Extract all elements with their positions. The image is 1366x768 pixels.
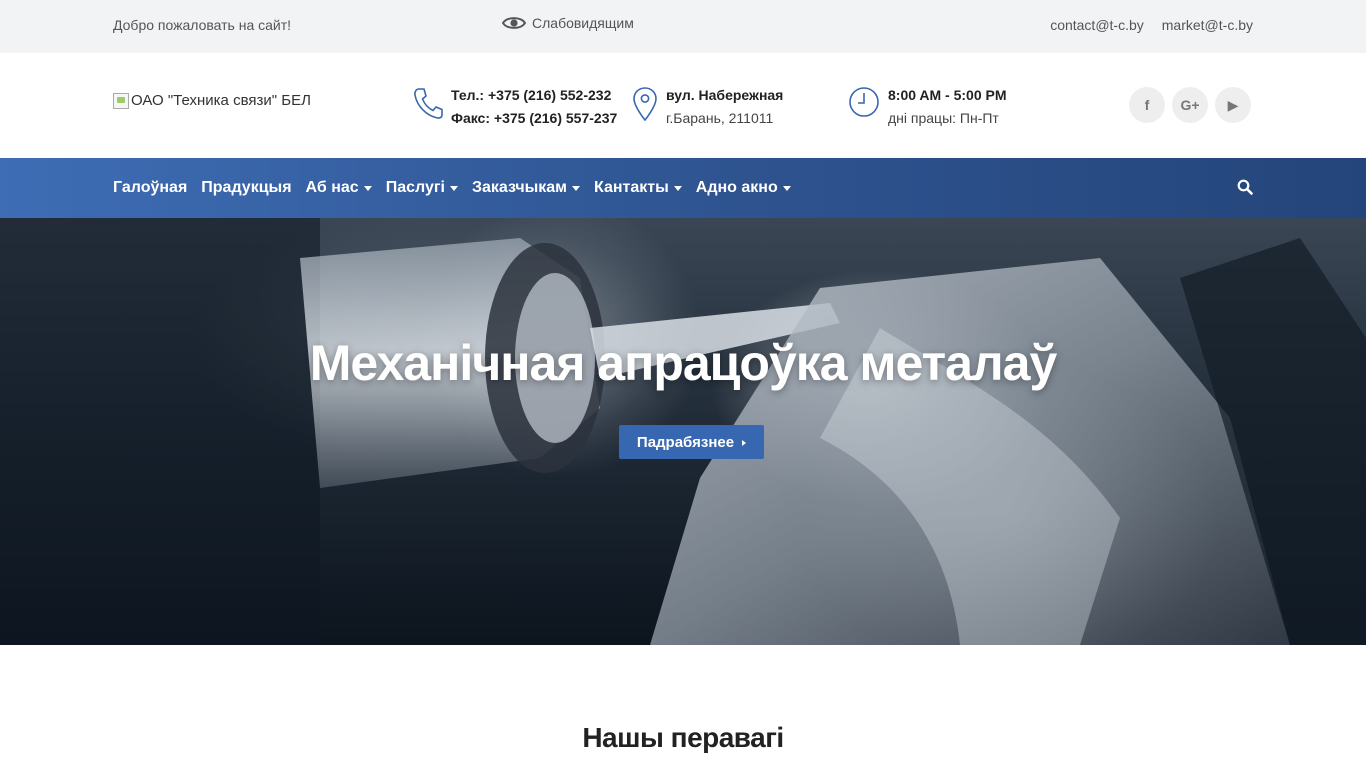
nav-item-one-window[interactable]: Адно акно (696, 179, 791, 197)
top-bar: Добро пожаловать на сайт! Слабовидящим c… (0, 0, 1366, 53)
main-nav: Галоўная Прадукцыя Аб нас Паслугі Заказч… (0, 158, 1366, 218)
nav-item-label: Адно акно (695, 179, 778, 196)
nav-item-contacts[interactable]: Кантакты (594, 179, 682, 197)
facebook-icon[interactable]: f (1129, 87, 1165, 123)
nav-item-label: Заказчыкам (471, 179, 568, 196)
site-logo[interactable]: ОАО "Техника связи" БЕЛ (113, 92, 311, 109)
social-links: f G+ ▶ (1122, 87, 1251, 123)
email-contact-link[interactable]: contact@t-c.by (1050, 17, 1144, 33)
nav-item-label: Аб нас (305, 179, 359, 196)
nav-item-about[interactable]: Аб нас (306, 179, 372, 197)
hero-banner: Механічная апрацоўка металаў Падрабязнее (0, 218, 1366, 645)
address-city: г.Барань, 211011 (666, 110, 774, 126)
map-pin-icon (633, 87, 657, 122)
caret-down-icon (449, 185, 458, 191)
nav-item-home[interactable]: Галоўная (113, 179, 187, 197)
email-market-link[interactable]: market@t-c.by (1162, 17, 1253, 33)
nav-item-label: Паслугі (385, 179, 445, 196)
more-button-label: Падрабязнее (636, 433, 735, 451)
hours-info: 8:00 AM - 5:00 PM дні працы: Пн-Пт (848, 84, 1007, 130)
phone-number[interactable]: Тел.: +375 (216) 552-232 (451, 84, 617, 107)
address-street: вул. Набережная (666, 87, 784, 103)
phone-info: Тел.: +375 (216) 552-232 Факс: +375 (216… (413, 84, 617, 130)
site-header: ОАО "Техника связи" БЕЛ Тел.: +375 (216)… (0, 53, 1366, 158)
eye-icon (502, 17, 526, 29)
caret-down-icon (363, 185, 372, 191)
clock-icon (849, 87, 879, 117)
more-button[interactable]: Падрабязнее (619, 425, 764, 459)
nav-item-label: Прадукцыя (201, 179, 292, 196)
nav-item-customers[interactable]: Заказчыкам (471, 179, 581, 197)
fax-number: Факс: +375 (216) 557-237 (451, 110, 618, 126)
hero-title: Механічная апрацоўка металаў (309, 335, 1058, 391)
working-days: дні працы: Пн-Пт (888, 110, 999, 126)
email-links: contact@t-c.by market@t-c.by (1050, 17, 1253, 33)
search-icon[interactable] (1237, 179, 1253, 195)
caret-down-icon (673, 185, 682, 191)
phone-icon (414, 88, 443, 119)
section-title: Нашы перавагі (582, 722, 784, 753)
google-plus-icon[interactable]: G+ (1172, 87, 1208, 123)
welcome-text: Добро пожаловать на сайт! (113, 17, 292, 33)
address-info: вул. Набережная г.Барань, 211011 (632, 84, 783, 130)
youtube-icon[interactable]: ▶ (1215, 87, 1251, 123)
nav-item-products[interactable]: Прадукцыя (201, 179, 291, 197)
nav-item-services[interactable]: Паслугі (386, 179, 458, 197)
low-vision-label: Слабовидящим (532, 15, 634, 31)
chevron-right-icon (742, 440, 747, 446)
nav-menu: Галоўная Прадукцыя Аб нас Паслугі Заказч… (113, 158, 805, 218)
nav-item-label: Кантакты (594, 179, 669, 196)
working-hours: 8:00 AM - 5:00 PM (888, 87, 1007, 103)
caret-down-icon (572, 185, 581, 191)
low-vision-link[interactable]: Слабовидящим (502, 15, 634, 31)
nav-item-label: Галоўная (113, 179, 188, 196)
caret-down-icon (782, 185, 791, 191)
logo-alt-text: ОАО "Техника связи" БЕЛ (131, 92, 311, 109)
broken-image-icon (113, 92, 129, 109)
